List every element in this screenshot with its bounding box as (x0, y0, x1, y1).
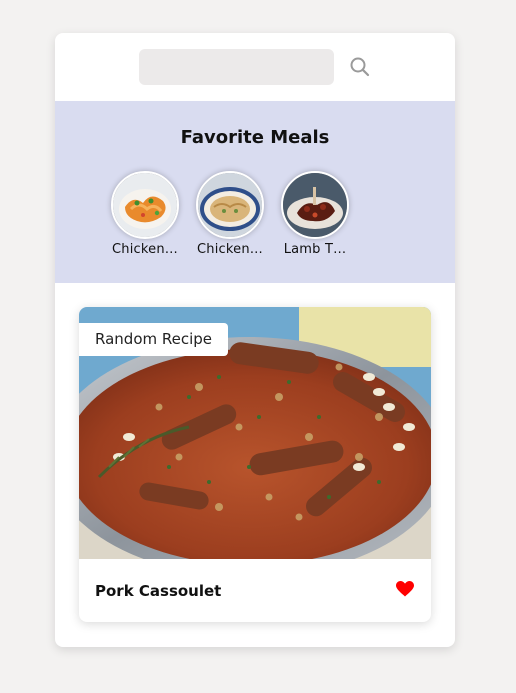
favorite-meal-image (281, 171, 349, 239)
favorite-meal-image (111, 171, 179, 239)
meal-body: Pork Cassoulet (79, 559, 431, 622)
lamb-dish-image (283, 173, 347, 237)
search-input[interactable] (138, 49, 334, 85)
favorite-meal-name: Lamb T… (283, 242, 347, 257)
search-icon (350, 57, 369, 77)
favorites-list: Chicken… Chicken… Lamb T… (55, 171, 455, 257)
app-container: Favorite Meals Chicken… Chicken… Lamb T…… (55, 33, 455, 647)
favorite-meal-item[interactable]: Lamb T… (280, 171, 350, 257)
favorite-meal-image (196, 171, 264, 239)
heart-icon (396, 581, 414, 597)
favorites-title: Favorite Meals (180, 127, 330, 148)
favorites-section: Favorite Meals Chicken… Chicken… Lamb T… (55, 101, 455, 283)
search-button[interactable] (348, 55, 372, 79)
random-meal-card: Random Recipe Pork Cassoulet (79, 307, 431, 622)
favorite-meal-name: Chicken… (112, 242, 178, 257)
favorite-meal-item[interactable]: Chicken… (195, 171, 265, 257)
search-header (55, 33, 455, 101)
chicken-dish-image (113, 173, 177, 237)
favorite-meal-item[interactable]: Chicken… (110, 171, 180, 257)
favorite-button[interactable] (395, 581, 415, 601)
meal-image: Random Recipe (79, 307, 431, 559)
chicken-pie-image (198, 173, 262, 237)
meal-title: Pork Cassoulet (95, 581, 222, 600)
favorite-meal-name: Chicken… (197, 242, 263, 257)
random-recipe-tag: Random Recipe (79, 323, 229, 356)
